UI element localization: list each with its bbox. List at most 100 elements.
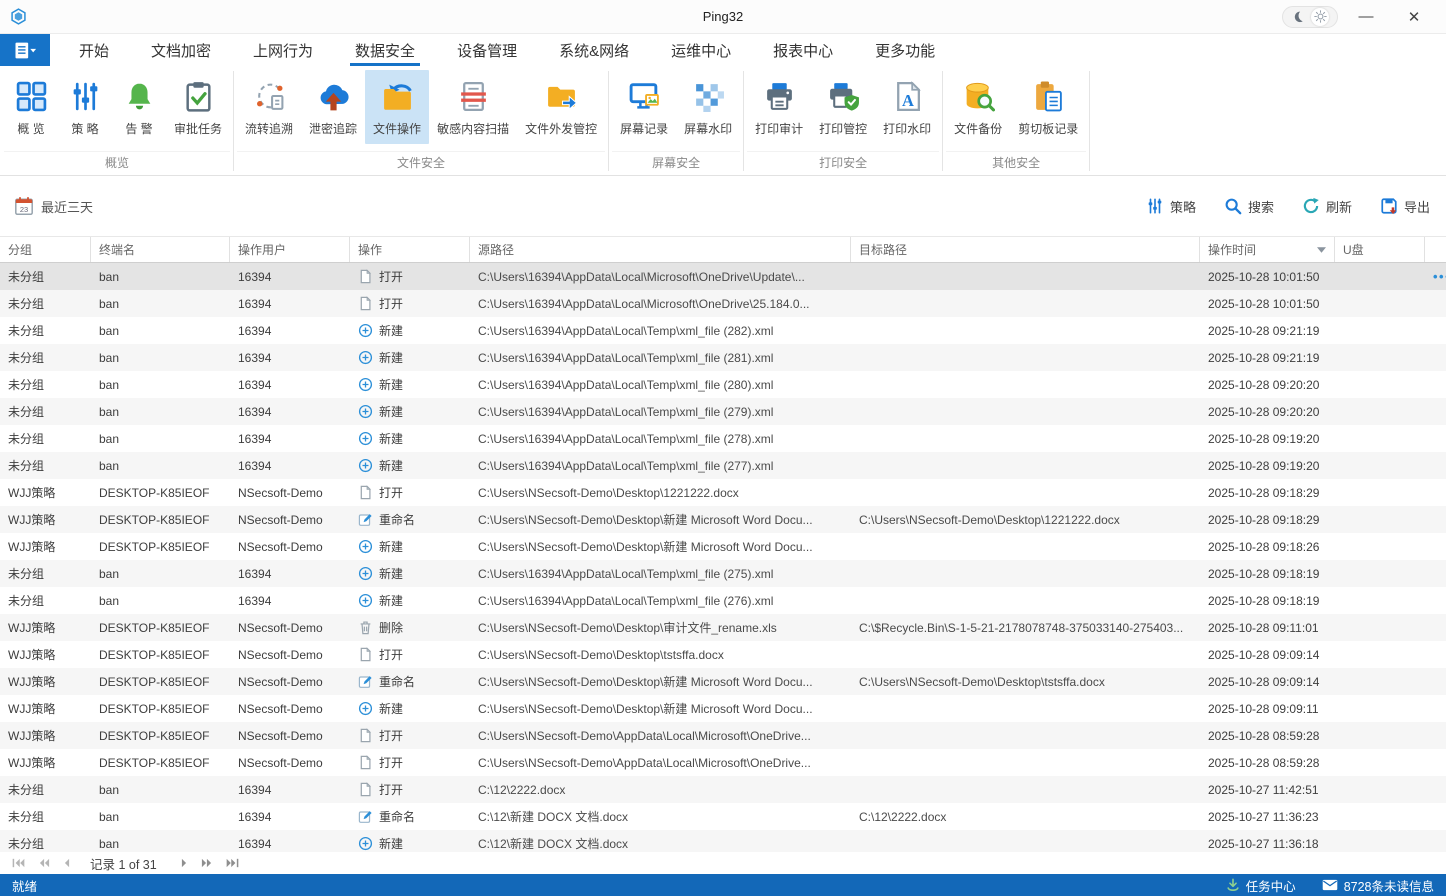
row-actions-button[interactable]: ••• [1433, 269, 1446, 284]
ribbon-button-screen-watermark[interactable]: 屏幕水印 [676, 70, 740, 144]
table-row[interactable]: 未分组ban16394新建C:\Users\16394\AppData\Loca… [0, 587, 1446, 614]
ribbon-button-print-audit[interactable]: 打印审计 [747, 70, 811, 144]
date-range-filter[interactable]: 23 最近三天 [14, 196, 93, 216]
ribbon-button-label: 打印管控 [819, 120, 867, 137]
minimize-button[interactable]: — [1346, 2, 1386, 32]
cell-time: 2025-10-28 09:19:20 [1200, 425, 1335, 452]
table-row[interactable]: 未分组ban16394打开C:\Users\16394\AppData\Loca… [0, 263, 1446, 290]
ribbon-button-scan[interactable]: 敏感内容扫描 [429, 70, 517, 144]
cell-op: 新建 [350, 830, 470, 852]
table-row[interactable]: 未分组ban16394新建C:\12\新建 DOCX 文档.docx2025-1… [0, 830, 1446, 852]
prev-page-button[interactable] [60, 858, 74, 868]
table-row[interactable]: WJJ策略DESKTOP-K85IEOFNSecsoft-Demo打开C:\Us… [0, 749, 1446, 776]
ribbon-button-overview[interactable]: 概 览 [4, 70, 58, 144]
menu-tabs: 开始文档加密上网行为数据安全设备管理系统&网络运维中心报表中心更多功能 [58, 34, 956, 66]
column-header-4[interactable]: 操作 [350, 237, 470, 262]
cell-terminal: ban [91, 317, 230, 344]
sun-icon[interactable] [1311, 8, 1329, 26]
ribbon-button-print-control[interactable]: 打印管控 [811, 70, 875, 144]
op-label: 新建 [379, 538, 403, 555]
table-row[interactable]: WJJ策略DESKTOP-K85IEOFNSecsoft-Demo新建C:\Us… [0, 695, 1446, 722]
row-actions[interactable]: ••• [1425, 263, 1446, 290]
table-row[interactable]: 未分组ban16394打开C:\Users\16394\AppData\Loca… [0, 290, 1446, 317]
table-row[interactable]: 未分组ban16394打开C:\12\2222.docx2025-10-27 1… [0, 776, 1446, 803]
moon-icon[interactable] [1291, 10, 1304, 23]
ribbon-button-trace[interactable]: 流转追溯 [237, 70, 301, 144]
cell-group: 未分组 [0, 290, 91, 317]
menu-tab-9[interactable]: 更多功能 [854, 34, 956, 66]
theme-toggle[interactable] [1282, 6, 1338, 28]
ribbon-button-alert[interactable]: 告 警 [112, 70, 166, 144]
toolbar-action-refresh[interactable]: 刷新 [1302, 197, 1352, 216]
next-page-button[interactable] [177, 858, 191, 868]
column-header-3[interactable]: 操作用户 [230, 237, 350, 262]
table-row[interactable]: WJJ策略DESKTOP-K85IEOFNSecsoft-Demo新建C:\Us… [0, 533, 1446, 560]
table-row[interactable]: 未分组ban16394新建C:\Users\16394\AppData\Loca… [0, 425, 1446, 452]
status-bar: 就绪 任务中心 8728条未读信息 [0, 874, 1446, 896]
menu-tab-1[interactable]: 开始 [58, 34, 130, 66]
nextpage-page-button[interactable] [197, 858, 216, 868]
menu-tab-6[interactable]: 系统&网络 [538, 34, 650, 66]
app-menu-button[interactable] [0, 34, 50, 66]
prevpage-page-button[interactable] [35, 858, 54, 868]
cell-op: 新建 [350, 560, 470, 587]
table-row[interactable]: 未分组ban16394重命名C:\12\新建 DOCX 文档.docxC:\12… [0, 803, 1446, 830]
table-row[interactable]: 未分组ban16394新建C:\Users\16394\AppData\Loca… [0, 452, 1446, 479]
ribbon-button-print-watermark[interactable]: A打印水印 [875, 70, 939, 144]
cell-op: 新建 [350, 344, 470, 371]
cell-group: WJJ策略 [0, 695, 91, 722]
task-center-button[interactable]: 任务中心 [1226, 876, 1296, 895]
ribbon-button-screen-record[interactable]: 屏幕记录 [612, 70, 676, 144]
toolbar-action-search[interactable]: 搜索 [1224, 197, 1274, 216]
menu-tab-3[interactable]: 上网行为 [232, 34, 334, 66]
table-row[interactable]: WJJ策略DESKTOP-K85IEOFNSecsoft-Demo重命名C:\U… [0, 668, 1446, 695]
column-header-actions [1425, 237, 1446, 262]
cell-dst [851, 695, 1200, 722]
table-row[interactable]: 未分组ban16394新建C:\Users\16394\AppData\Loca… [0, 560, 1446, 587]
ribbon-group-buttons: 概 览策 略告 警审批任务 [4, 66, 230, 151]
menu-tab-2[interactable]: 文档加密 [130, 34, 232, 66]
table-row[interactable]: 未分组ban16394新建C:\Users\16394\AppData\Loca… [0, 371, 1446, 398]
ribbon-button-outgoing[interactable]: 文件外发管控 [517, 70, 605, 144]
column-header-7[interactable]: 操作时间 [1200, 237, 1335, 262]
table-row[interactable]: 未分组ban16394新建C:\Users\16394\AppData\Loca… [0, 317, 1446, 344]
op-label: 重命名 [379, 511, 415, 528]
column-header-8[interactable]: U盘 [1335, 237, 1425, 262]
column-header-5[interactable]: 源路径 [470, 237, 851, 262]
menu-tab-5[interactable]: 设备管理 [436, 34, 538, 66]
ribbon-button-file-op[interactable]: 文件操作 [365, 70, 429, 144]
ribbon-button-leak[interactable]: 泄密追踪 [301, 70, 365, 144]
toolbar-action-sliders[interactable]: 策略 [1146, 197, 1196, 216]
ribbon-button-file-backup[interactable]: 文件备份 [946, 70, 1010, 144]
filter-caret-icon[interactable] [1311, 247, 1326, 253]
cell-dst [851, 587, 1200, 614]
close-button[interactable]: ✕ [1394, 2, 1434, 32]
cell-user: 16394 [230, 263, 350, 290]
table-row[interactable]: WJJ策略DESKTOP-K85IEOFNSecsoft-Demo打开C:\Us… [0, 479, 1446, 506]
table-row[interactable]: 未分组ban16394新建C:\Users\16394\AppData\Loca… [0, 398, 1446, 425]
menu-tab-8[interactable]: 报表中心 [752, 34, 854, 66]
cell-terminal: ban [91, 371, 230, 398]
column-header-1[interactable]: 分组 [0, 237, 91, 262]
menu-tab-4[interactable]: 数据安全 [334, 34, 436, 66]
toolbar-action-export[interactable]: 导出 [1380, 197, 1430, 216]
table-row[interactable]: 未分组ban16394新建C:\Users\16394\AppData\Loca… [0, 344, 1446, 371]
ribbon-button-policy[interactable]: 策 略 [58, 70, 112, 144]
cell-op: 打开 [350, 749, 470, 776]
ribbon-button-clipboard-record[interactable]: 剪切板记录 [1010, 70, 1086, 144]
menu-tab-7[interactable]: 运维中心 [650, 34, 752, 66]
ribbon-button-approval[interactable]: 审批任务 [166, 70, 230, 144]
column-header-2[interactable]: 终端名 [91, 237, 230, 262]
table-row[interactable]: WJJ策略DESKTOP-K85IEOFNSecsoft-Demo重命名C:\U… [0, 506, 1446, 533]
column-header-6[interactable]: 目标路径 [851, 237, 1200, 262]
calendar-icon: 23 [14, 196, 34, 216]
ribbon-group-buttons: 文件备份剪切板记录 [946, 66, 1086, 151]
table-row[interactable]: WJJ策略DESKTOP-K85IEOFNSecsoft-Demo打开C:\Us… [0, 641, 1446, 668]
last-page-button[interactable] [222, 858, 243, 868]
date-range-label: 最近三天 [41, 197, 93, 216]
first-page-button[interactable] [8, 858, 29, 868]
unread-messages-button[interactable]: 8728条未读信息 [1322, 876, 1434, 895]
table-row[interactable]: WJJ策略DESKTOP-K85IEOFNSecsoft-Demo打开C:\Us… [0, 722, 1446, 749]
ribbon-button-label: 屏幕水印 [684, 120, 732, 137]
table-row[interactable]: WJJ策略DESKTOP-K85IEOFNSecsoft-Demo删除C:\Us… [0, 614, 1446, 641]
